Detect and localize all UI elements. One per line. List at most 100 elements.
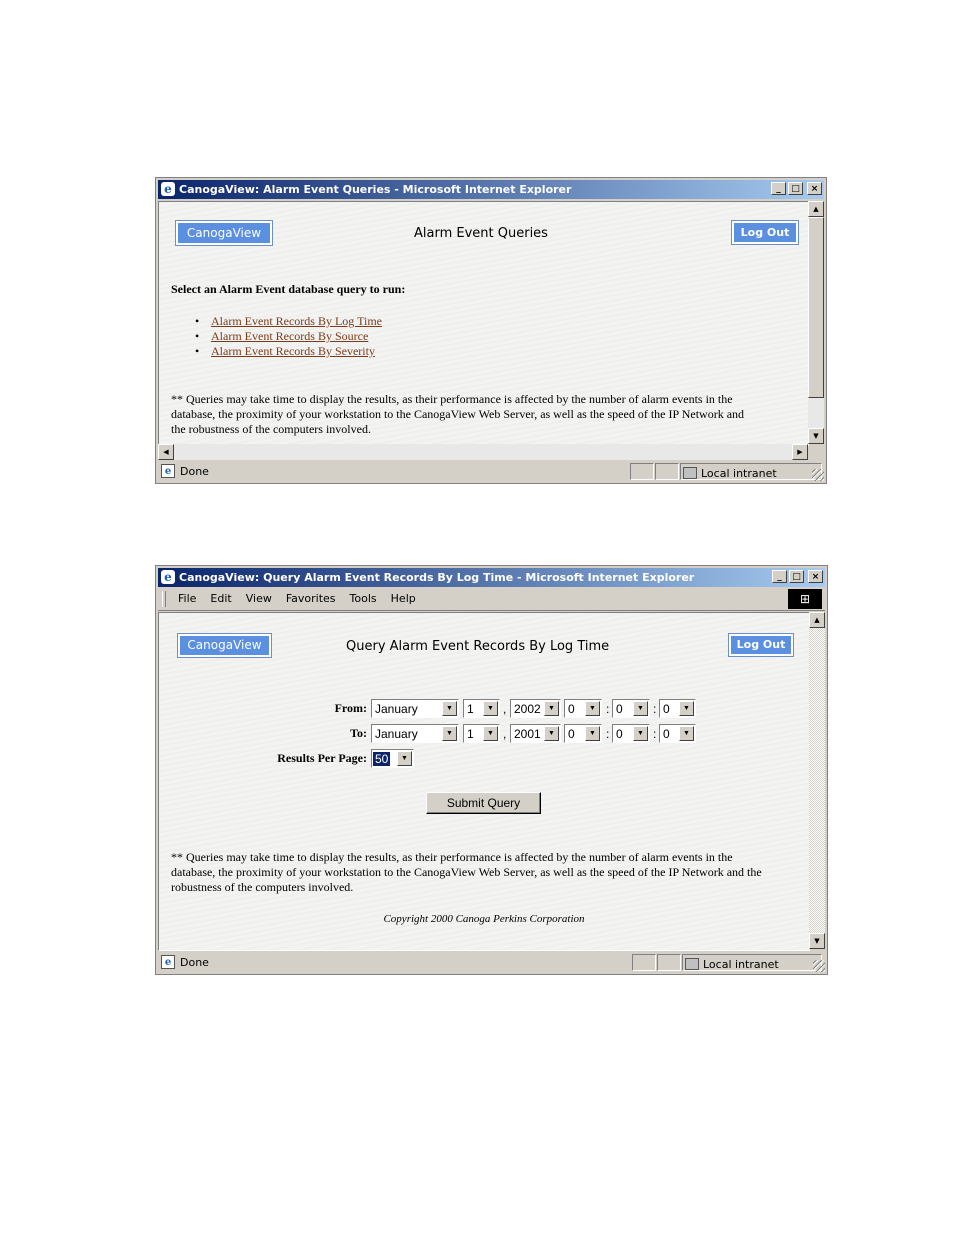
to-second-select[interactable]: 0 ▼ <box>659 724 696 743</box>
menu-tools[interactable]: Tools <box>350 592 377 605</box>
from-year-select[interactable]: 2002 ▼ <box>510 699 561 718</box>
to-year-select[interactable]: 2001 ▼ <box>510 724 561 743</box>
link-records-by-severity[interactable]: Alarm Event Records By Severity <box>211 344 375 358</box>
submit-query-button[interactable]: Submit Query <box>426 792 541 814</box>
scroll-right-icon[interactable]: ▶ <box>792 444 808 460</box>
from-minute-select[interactable]: 0 ▼ <box>612 699 650 718</box>
to-day-select[interactable]: 1 ▼ <box>463 724 500 743</box>
chevron-down-icon[interactable]: ▼ <box>633 701 648 716</box>
page-done-icon: e <box>161 464 175 478</box>
note-line: robustness of the computers involved. <box>171 880 354 894</box>
link-records-by-log-time[interactable]: Alarm Event Records By Log Time <box>211 314 382 328</box>
page-title: Alarm Event Queries <box>414 226 548 241</box>
title-bar[interactable]: e CanogaView: Query Alarm Event Records … <box>158 568 825 587</box>
maximize-icon[interactable]: □ <box>789 570 804 583</box>
scroll-down-icon[interactable]: ▼ <box>808 428 824 444</box>
from-month-select[interactable]: January ▼ <box>371 699 459 718</box>
colon-separator: : <box>653 702 657 716</box>
scroll-thumb[interactable] <box>808 217 824 398</box>
to-minute-select[interactable]: 0 ▼ <box>612 724 650 743</box>
performance-note: ** Queries may take time to display the … <box>171 392 808 437</box>
select-value: 0 <box>616 727 623 741</box>
select-value: 1 <box>467 727 474 741</box>
select-value: January <box>375 727 418 741</box>
colon-separator: : <box>606 727 610 741</box>
page-done-icon: e <box>161 955 175 969</box>
minimize-icon[interactable]: _ <box>772 570 787 583</box>
window-title: CanogaView: Alarm Event Queries - Micros… <box>179 183 572 196</box>
toolbar-grip[interactable] <box>162 591 166 607</box>
scroll-left-icon[interactable]: ◀ <box>158 444 174 460</box>
chevron-down-icon[interactable]: ▼ <box>544 726 559 741</box>
colon-separator: : <box>653 727 657 741</box>
from-day-select[interactable]: 1 ▼ <box>463 699 500 718</box>
menu-edit[interactable]: Edit <box>210 592 231 605</box>
select-value: 0 <box>568 702 575 716</box>
chevron-down-icon[interactable]: ▼ <box>483 726 498 741</box>
ie-logo-icon: e <box>161 182 175 196</box>
scroll-up-icon[interactable]: ▲ <box>808 201 824 217</box>
select-value: 0 <box>663 727 670 741</box>
chevron-down-icon[interactable]: ▼ <box>679 701 694 716</box>
status-text: Done <box>180 465 209 478</box>
page-title: Query Alarm Event Records By Log Time <box>346 639 610 654</box>
chevron-down-icon[interactable]: ▼ <box>544 701 559 716</box>
resize-grip-icon[interactable] <box>813 960 825 972</box>
window-title: CanogaView: Query Alarm Event Records By… <box>179 571 695 584</box>
chevron-down-icon[interactable]: ▼ <box>633 726 648 741</box>
scroll-down-icon[interactable]: ▼ <box>809 933 825 949</box>
chevron-down-icon[interactable]: ▼ <box>442 701 457 716</box>
title-bar[interactable]: e CanogaView: Alarm Event Queries - Micr… <box>158 180 824 199</box>
list-item: Alarm Event Records By Severity <box>195 344 382 359</box>
select-value: 1 <box>467 702 474 716</box>
page-content: CanogaView Alarm Event Queries Log Out S… <box>158 201 809 446</box>
minimize-icon[interactable]: _ <box>771 182 786 195</box>
vertical-scrollbar[interactable]: ▲ ▼ <box>809 612 825 949</box>
status-bar: e Done Local intranet <box>158 462 824 481</box>
intranet-zone-icon <box>683 467 697 479</box>
resize-grip-icon[interactable] <box>812 469 824 481</box>
canogaview-logo-button[interactable]: CanogaView <box>177 633 272 658</box>
from-hour-select[interactable]: 0 ▼ <box>564 699 602 718</box>
menu-favorites[interactable]: Favorites <box>286 592 336 605</box>
note-line: database, the proximity of your workstat… <box>171 865 762 879</box>
intranet-zone-icon <box>685 958 699 970</box>
chevron-down-icon[interactable]: ▼ <box>442 726 457 741</box>
select-value: 0 <box>663 702 670 716</box>
select-value: 2002 <box>514 702 541 716</box>
chevron-down-icon[interactable]: ▼ <box>397 751 412 766</box>
to-month-select[interactable]: January ▼ <box>371 724 459 743</box>
log-out-button[interactable]: Log Out <box>731 220 799 245</box>
to-hour-select[interactable]: 0 ▼ <box>564 724 602 743</box>
menu-view[interactable]: View <box>246 592 272 605</box>
select-value: 50 <box>373 752 391 766</box>
colon-separator: : <box>606 702 610 716</box>
scroll-up-icon[interactable]: ▲ <box>809 612 825 628</box>
from-second-select[interactable]: 0 ▼ <box>659 699 696 718</box>
chevron-down-icon[interactable]: ▼ <box>679 726 694 741</box>
chevron-down-icon[interactable]: ▼ <box>585 701 600 716</box>
menu-file[interactable]: File <box>178 592 196 605</box>
menu-help[interactable]: Help <box>391 592 416 605</box>
note-line: ** Queries may take time to display the … <box>171 392 733 406</box>
zone-text: Local intranet <box>703 958 779 971</box>
link-records-by-source[interactable]: Alarm Event Records By Source <box>211 329 368 343</box>
log-out-button[interactable]: Log Out <box>728 633 794 657</box>
results-per-page-select[interactable]: 50 ▼ <box>371 749 414 768</box>
canogaview-logo-button[interactable]: CanogaView <box>175 220 273 246</box>
results-per-page-label: Results Per Page: <box>277 751 367 765</box>
query-prompt: Select an Alarm Event database query to … <box>171 282 406 296</box>
close-icon[interactable]: × <box>807 182 822 195</box>
horizontal-scrollbar[interactable]: ◀ ▶ <box>158 444 808 460</box>
close-icon[interactable]: × <box>808 570 823 583</box>
select-value: 0 <box>616 702 623 716</box>
vertical-scrollbar[interactable]: ▲ ▼ <box>808 201 824 444</box>
status-pane <box>657 954 681 971</box>
note-line: ** Queries may take time to display the … <box>171 850 733 864</box>
chevron-down-icon[interactable]: ▼ <box>483 701 498 716</box>
chevron-down-icon[interactable]: ▼ <box>585 726 600 741</box>
list-item: Alarm Event Records By Log Time <box>195 314 382 329</box>
maximize-icon[interactable]: □ <box>788 182 803 195</box>
note-line: database, the proximity of your workstat… <box>171 407 745 421</box>
ie-window-alarm-event-queries: e CanogaView: Alarm Event Queries - Micr… <box>155 177 827 484</box>
